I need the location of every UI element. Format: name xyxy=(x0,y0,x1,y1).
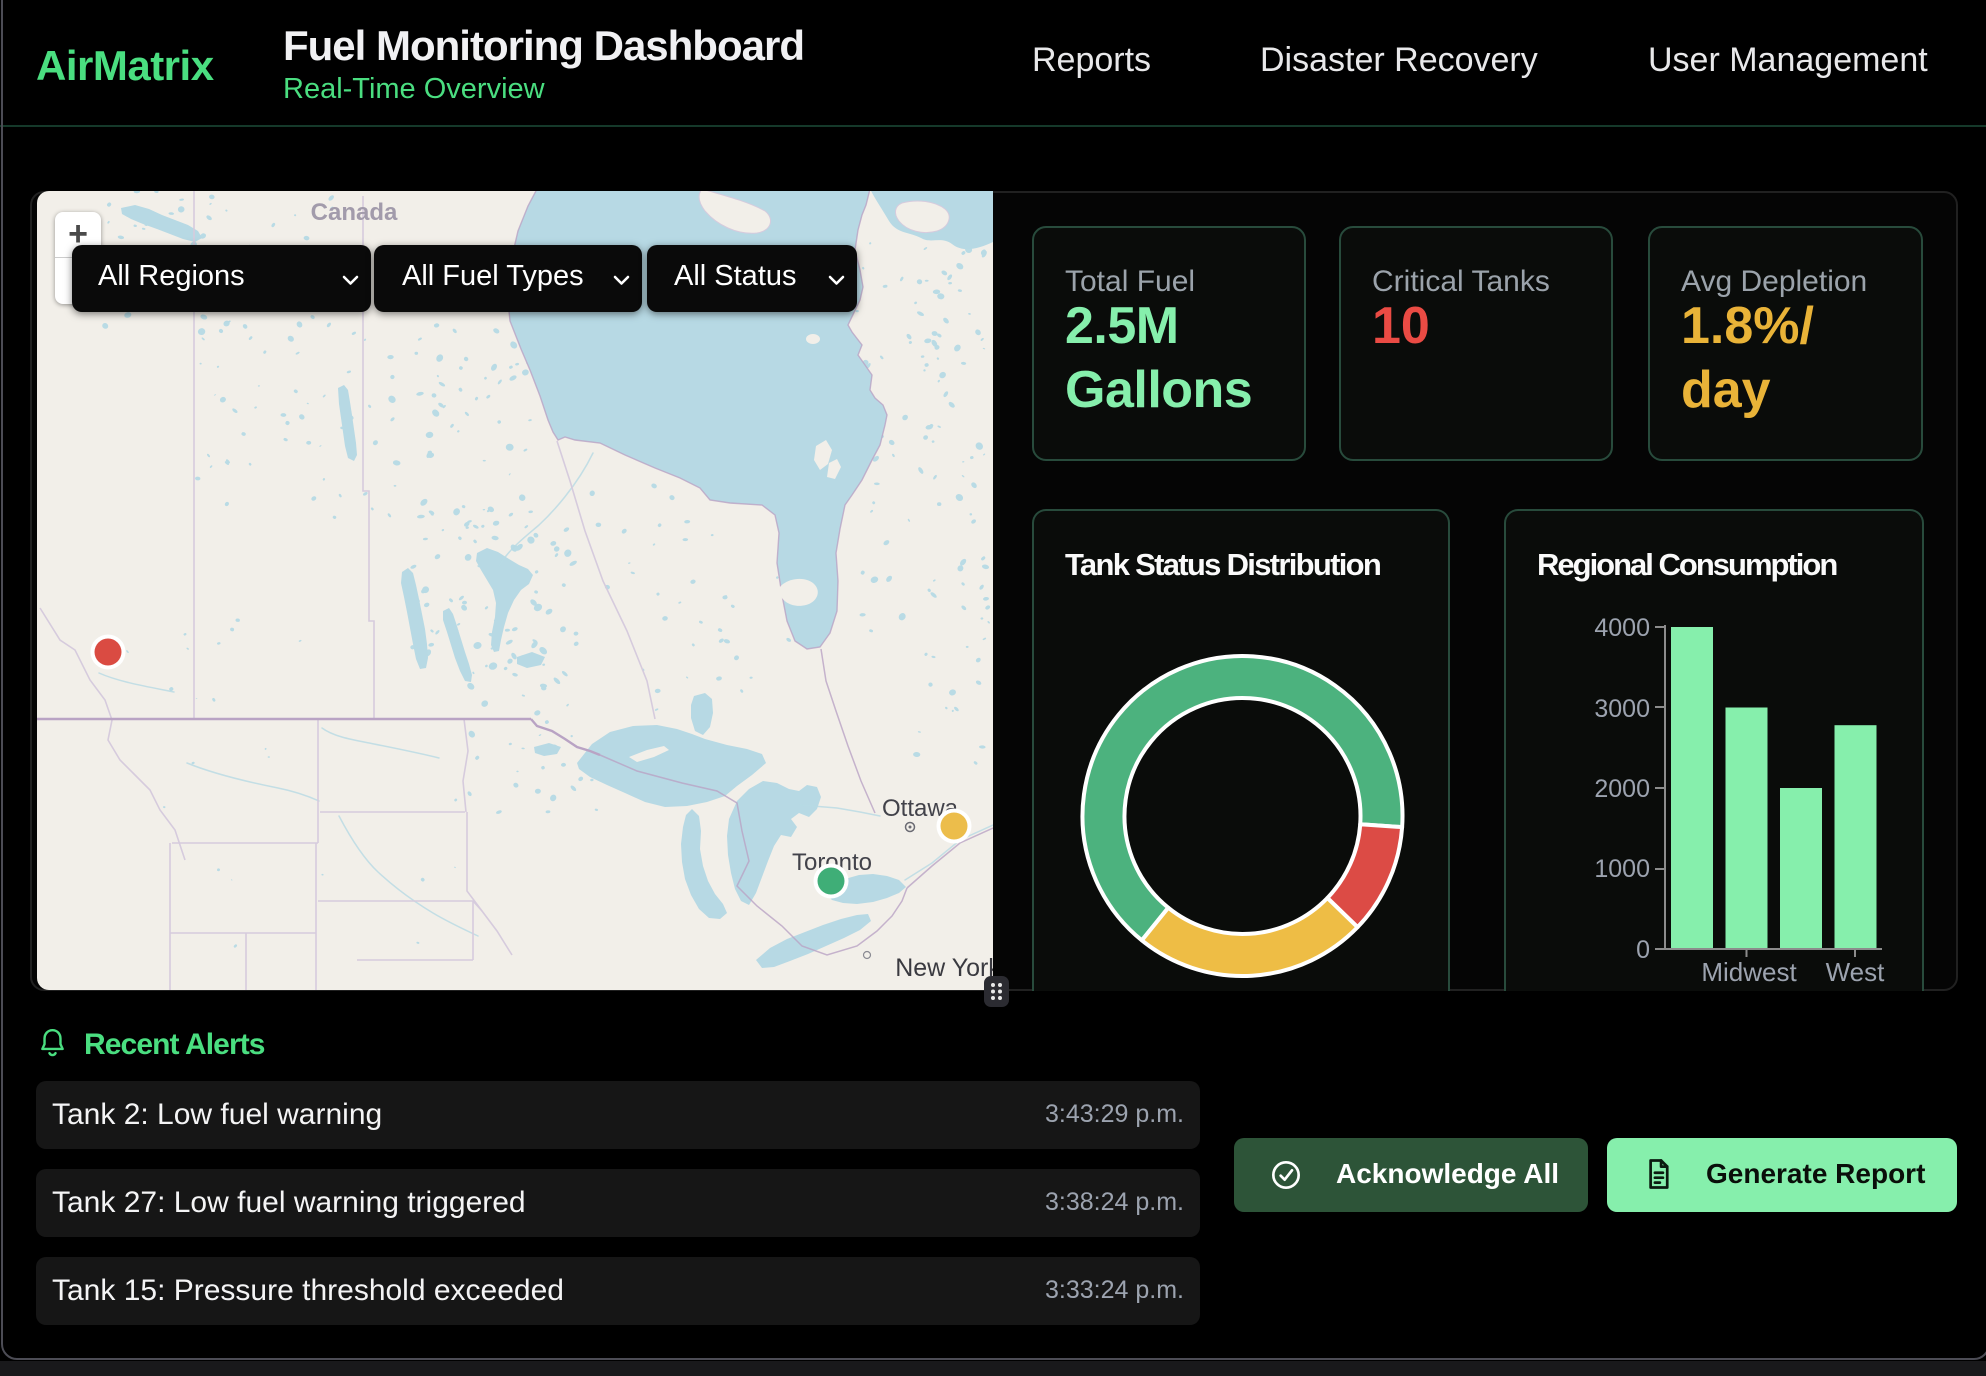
svg-text:3000: 3000 xyxy=(1594,695,1650,723)
svg-text:Canada: Canada xyxy=(311,199,398,226)
svg-text:1000: 1000 xyxy=(1594,855,1650,883)
svg-text:New York: New York xyxy=(895,954,993,982)
svg-text:Midwest: Midwest xyxy=(1701,957,1797,987)
svg-text:4000: 4000 xyxy=(1594,614,1650,642)
svg-text:2000: 2000 xyxy=(1594,775,1650,803)
svg-text:0: 0 xyxy=(1636,936,1650,964)
svg-text:West: West xyxy=(1826,957,1886,987)
